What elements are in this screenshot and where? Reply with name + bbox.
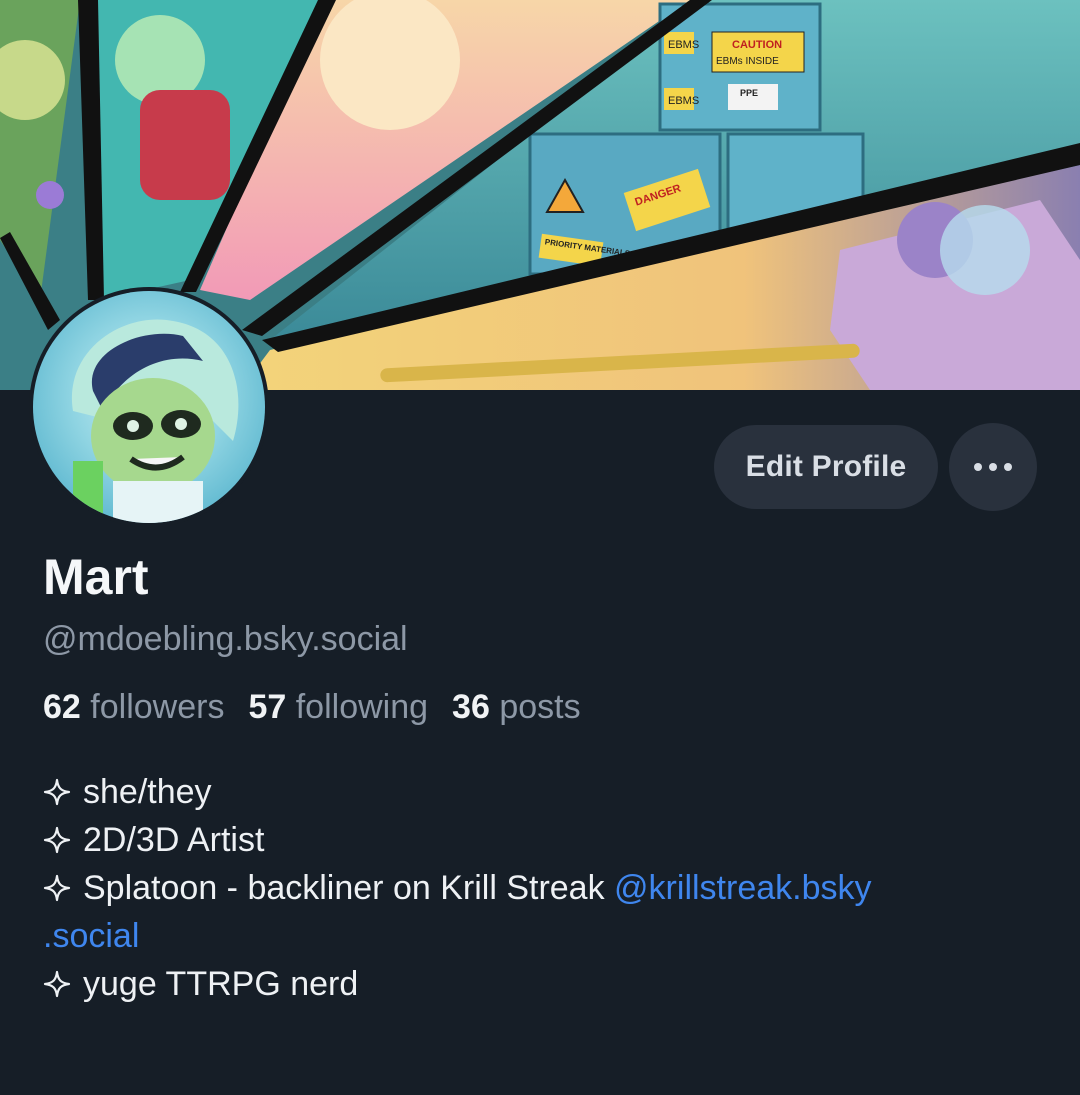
avatar-image — [33, 291, 265, 523]
profile-bio: she/they 2D/3D Artist Splatoon - backlin… — [43, 768, 1043, 1008]
following-stat[interactable]: 57 following — [248, 688, 428, 727]
sparkle-icon — [43, 826, 71, 854]
bio-line: .social — [43, 912, 1043, 960]
sparkle-icon — [43, 874, 71, 902]
bio-line: Splatoon - backliner on Krill Streak @kr… — [43, 864, 1043, 912]
more-options-button[interactable] — [949, 423, 1037, 511]
posts-stat: 36 posts — [452, 688, 581, 727]
followers-count: 62 — [43, 688, 81, 726]
edit-profile-label: Edit Profile — [745, 450, 907, 483]
bio-line: yuge TTRPG nerd — [43, 960, 1043, 1008]
avatar[interactable] — [29, 287, 269, 527]
bio-line: 2D/3D Artist — [43, 816, 1043, 864]
banner-label-ebms-2: EBMS — [668, 95, 699, 107]
mention-link[interactable]: @krillstreak.bsky — [614, 869, 871, 907]
bio-text-ttrpg: yuge TTRPG nerd — [83, 965, 359, 1003]
bio-line: she/they — [43, 768, 1043, 816]
mention-link-continued[interactable]: .social — [43, 917, 139, 955]
banner-label-caution: CAUTION — [732, 39, 782, 51]
bio-text-pronouns: she/they — [83, 773, 212, 811]
banner-label-caution-sub: EBMs INSIDE — [716, 56, 779, 67]
following-label: following — [295, 688, 429, 726]
banner-label-ebms-1: EBMS — [668, 39, 699, 51]
posts-label: posts — [499, 688, 581, 726]
edit-profile-button[interactable]: Edit Profile — [714, 425, 938, 509]
sparkle-icon — [43, 778, 71, 806]
sparkle-icon — [43, 970, 71, 998]
followers-label: followers — [90, 688, 225, 726]
ellipsis-icon — [974, 463, 1012, 471]
bio-text-role: 2D/3D Artist — [83, 821, 265, 859]
banner-label-ppe: PPE — [740, 88, 758, 98]
display-name: Mart — [43, 549, 149, 605]
profile-stats: 62 followers 57 following 36 posts — [43, 688, 581, 727]
following-count: 57 — [248, 688, 287, 726]
bio-text-splatoon: Splatoon - backliner on Krill Streak — [83, 869, 615, 907]
profile-handle: @mdoebling.bsky.social — [43, 620, 408, 658]
followers-stat[interactable]: 62 followers — [43, 688, 224, 727]
posts-count: 36 — [452, 688, 490, 726]
